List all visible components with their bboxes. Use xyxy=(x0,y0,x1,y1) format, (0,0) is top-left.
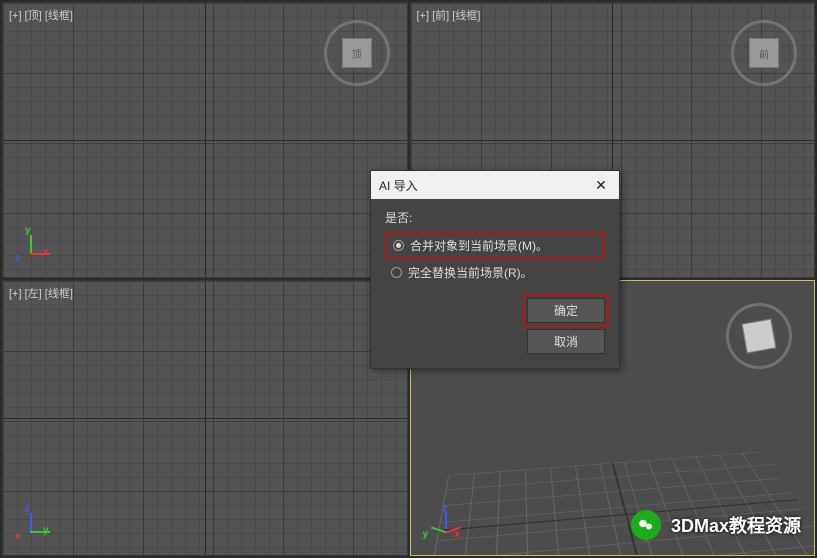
radio-icon xyxy=(393,240,404,251)
close-button[interactable]: ✕ xyxy=(591,175,611,195)
viewcube[interactable]: 前 xyxy=(739,28,789,78)
viewcube-face[interactable] xyxy=(742,319,777,354)
close-icon: ✕ xyxy=(595,177,607,194)
radio-icon xyxy=(391,267,402,278)
ok-button[interactable]: 确定 xyxy=(527,298,605,323)
watermark-text: 3DMax教程资源 xyxy=(671,512,801,538)
viewport-left[interactable]: [+] [左] [线框] z y x xyxy=(2,280,408,556)
radio-merge[interactable]: 合并对象到当前场景(M)。 xyxy=(385,232,605,259)
dialog-titlebar[interactable]: AI 导入 ✕ xyxy=(371,171,619,199)
group-label: 是否: xyxy=(385,209,605,226)
axis-gizmo: z y x xyxy=(423,503,463,543)
axis-gizmo: y x z xyxy=(15,225,55,265)
watermark: 3DMax教程资源 xyxy=(631,510,801,540)
viewport-label[interactable]: [+] [左] [线框] xyxy=(9,285,73,301)
viewport-label[interactable]: [+] [前] [线框] xyxy=(417,7,481,23)
ai-import-dialog: AI 导入 ✕ 是否: 合并对象到当前场景(M)。 完全替换当前场景(R)。 确… xyxy=(370,170,620,369)
cancel-button[interactable]: 取消 xyxy=(527,329,605,354)
axis-gizmo: z y x xyxy=(15,503,55,543)
viewcube[interactable] xyxy=(734,311,784,361)
radio-merge-label: 合并对象到当前场景(M)。 xyxy=(410,237,548,254)
viewcube[interactable]: 顶 xyxy=(332,28,382,78)
viewcube-face[interactable]: 前 xyxy=(749,38,779,68)
viewcube-face[interactable]: 顶 xyxy=(342,38,372,68)
radio-replace-label: 完全替换当前场景(R)。 xyxy=(408,264,533,281)
dialog-title: AI 导入 xyxy=(379,177,418,194)
viewport-label[interactable]: [+] [顶] [线框] xyxy=(9,7,73,23)
radio-replace[interactable]: 完全替换当前场景(R)。 xyxy=(385,261,605,284)
wechat-icon xyxy=(631,510,661,540)
viewport-top[interactable]: [+] [顶] [线框] 顶 y x z xyxy=(2,2,408,278)
